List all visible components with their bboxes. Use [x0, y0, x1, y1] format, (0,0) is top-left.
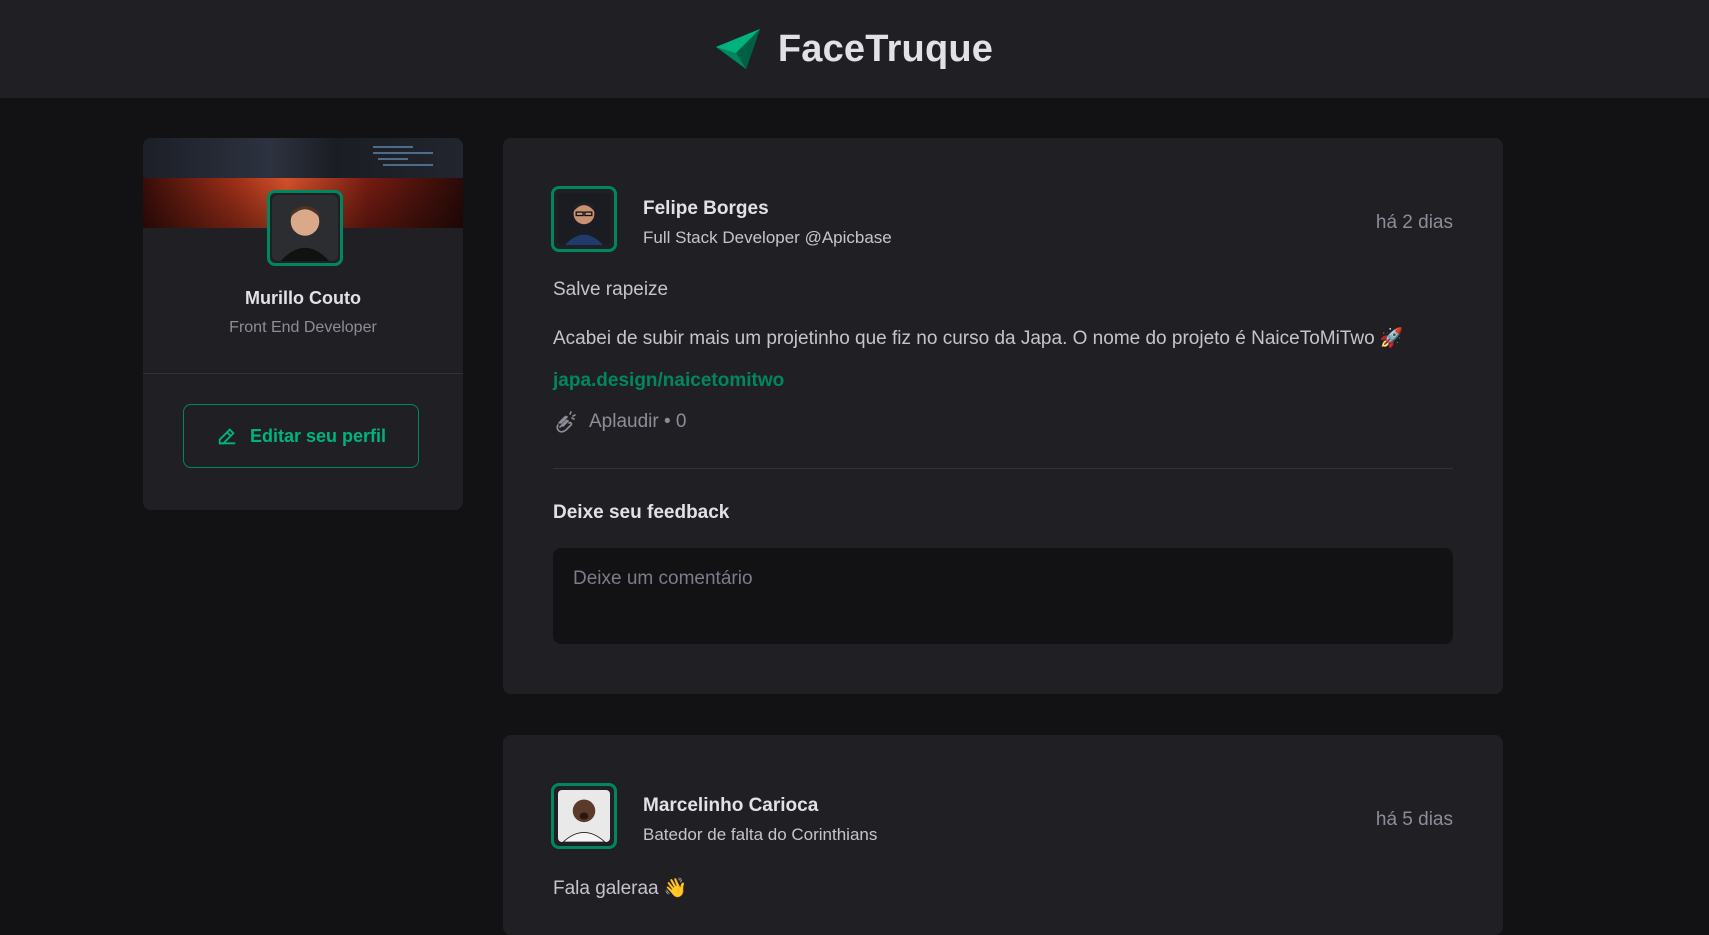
feedback-title: Deixe seu feedback: [553, 502, 730, 523]
avatar-image: [272, 195, 338, 261]
avatar-image: [558, 193, 610, 245]
profile-avatar[interactable]: [267, 190, 343, 266]
post-paragraph: Fala galeraa 👋: [553, 878, 688, 899]
comment-input[interactable]: [553, 548, 1453, 644]
post-paragraph: Salve rapeize: [553, 279, 669, 300]
post-author-name[interactable]: Marcelinho Carioca: [643, 795, 818, 817]
profile-sidebar: Murillo Couto Front End Developer Editar…: [143, 138, 463, 510]
edit-profile-button[interactable]: Editar seu perfil: [183, 404, 419, 468]
post-author-avatar[interactable]: [551, 783, 617, 849]
edit-profile-label: Editar seu perfil: [249, 425, 387, 446]
hands-clapping-icon: [556, 411, 576, 433]
pencil-icon: [218, 428, 236, 445]
logo-icon: [715, 29, 760, 69]
avatar-image: [558, 790, 610, 843]
divider: [553, 468, 1453, 469]
post-card: Felipe Borges Full Stack Developer @Apic…: [503, 138, 1503, 694]
post-author-role: Full Stack Developer @Apicbase: [643, 228, 892, 247]
brand: FaceTruque: [715, 27, 994, 71]
post-timestamp: há 5 dias: [1375, 809, 1453, 830]
app-title: FaceTruque: [777, 27, 994, 70]
divider: [143, 373, 463, 374]
post-timestamp: há 2 dias: [1375, 212, 1453, 233]
post-card: Marcelinho Carioca Batedor de falta do C…: [503, 735, 1503, 935]
profile-name: Murillo Couto: [245, 288, 361, 308]
post-author-name[interactable]: Felipe Borges: [643, 198, 769, 220]
post-author-avatar[interactable]: [551, 186, 617, 252]
applaud-button[interactable]: Aplaudir • 0: [553, 410, 687, 434]
post-paragraph: Acabei de subir mais um projetinho que f…: [553, 328, 1404, 349]
profile-role: Front End Developer: [229, 319, 377, 336]
applaud-label: Aplaudir • 0: [589, 411, 687, 432]
post-link[interactable]: japa.design/naicetomitwo: [553, 370, 784, 392]
post-author-role: Batedor de falta do Corinthians: [643, 825, 878, 844]
app-header: FaceTruque: [0, 0, 1709, 98]
